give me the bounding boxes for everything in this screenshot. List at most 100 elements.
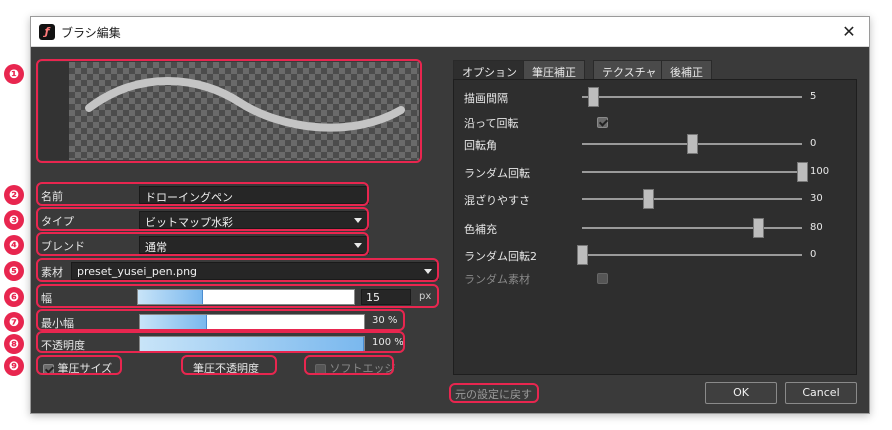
random-rotation-slider-thumb[interactable] xyxy=(797,162,808,182)
opacity-value: 100 % xyxy=(372,337,404,348)
color-fill-value: 80 xyxy=(810,222,823,233)
random-rotation2-slider-thumb[interactable] xyxy=(577,245,588,265)
annotation-badge-5: ❺ xyxy=(4,261,24,281)
ok-button[interactable]: OK xyxy=(705,382,777,404)
pressure-size-label-wrap: 筆圧サイズ xyxy=(43,360,112,376)
soft-edge-label-wrap: ソフトエッジ xyxy=(315,360,396,376)
random-material-checkbox[interactable] xyxy=(597,273,608,284)
name-row: 名前 ドローイングペン xyxy=(39,185,369,205)
rotation-angle-slider[interactable] xyxy=(582,134,802,154)
opacity-slider[interactable] xyxy=(139,336,365,352)
dialog-content: 名前 ドローイングペン タイプ ビットマップ水彩 ブレンド 通常 素材 pres… xyxy=(31,48,869,414)
options-panel: 描画間隔 5 沿って回転 回転角 0 ランダム回転 100 混ざりやすさ 30 … xyxy=(453,79,857,375)
random-rotation-label: ランダム回転 xyxy=(464,167,530,180)
type-label: タイプ xyxy=(41,215,74,228)
annotation-badge-8: ❽ xyxy=(4,334,24,354)
width-unit: px xyxy=(419,291,432,302)
min-width-row: 最小幅 30 % xyxy=(39,312,409,332)
random-rotation2-label: ランダム回転2 xyxy=(464,250,537,263)
cancel-button[interactable]: Cancel xyxy=(785,382,857,404)
rotation-angle-label: 回転角 xyxy=(464,139,497,152)
window-title: ブラシ編集 xyxy=(61,26,121,40)
option-random-rotation: ランダム回転 100 xyxy=(454,160,856,184)
brush-stroke-sample xyxy=(85,77,405,132)
option-follow-rotation: 沿って回転 xyxy=(454,110,856,134)
min-width-label: 最小幅 xyxy=(41,317,74,330)
random-rotation-slider[interactable] xyxy=(582,162,808,182)
pressure-size-label: 筆圧サイズ xyxy=(57,362,113,375)
annotation-badge-4: ❹ xyxy=(4,235,24,255)
width-row: 幅 15 px xyxy=(39,287,439,307)
opacity-label: 不透明度 xyxy=(41,339,85,352)
type-select[interactable]: ビットマップ水彩 xyxy=(139,211,369,229)
material-label: 素材 xyxy=(41,266,63,279)
width-slider-fill xyxy=(138,290,203,304)
annotation-badge-3: ❸ xyxy=(4,210,24,230)
option-random-rotation2: ランダム回転2 0 xyxy=(454,243,856,267)
mixing-label: 混ざりやすさ xyxy=(464,194,530,207)
tab-pressure-correction[interactable]: 筆圧補正 xyxy=(523,60,585,80)
mixing-slider-thumb[interactable] xyxy=(643,189,654,209)
material-select[interactable]: preset_yusei_pen.png xyxy=(71,262,439,280)
opacity-slider-fill xyxy=(140,337,364,351)
annotation-badge-6: ❻ xyxy=(4,287,24,307)
type-row: タイプ ビットマップ水彩 xyxy=(39,210,369,230)
annotation-badge-7: ❼ xyxy=(4,312,24,332)
option-random-material: ランダム素材 xyxy=(454,266,856,290)
soft-edge-checkbox[interactable] xyxy=(315,363,326,375)
annotation-badge-2: ❷ xyxy=(4,185,24,205)
random-rotation2-value: 0 xyxy=(810,249,817,260)
mixing-slider[interactable] xyxy=(582,189,802,209)
color-fill-label: 色補充 xyxy=(464,223,497,236)
color-fill-slider[interactable] xyxy=(582,218,802,238)
pressure-size-row[interactable]: 筆圧サイズ xyxy=(39,357,125,377)
random-rotation2-slider[interactable] xyxy=(577,245,802,265)
width-label: 幅 xyxy=(41,292,52,305)
follow-rotation-label: 沿って回転 xyxy=(464,117,519,130)
soft-edge-label: ソフトエッジ xyxy=(329,362,396,375)
random-material-label: ランダム素材 xyxy=(464,273,530,286)
spacing-slider-thumb[interactable] xyxy=(588,87,599,107)
color-fill-slider-thumb[interactable] xyxy=(753,218,764,238)
preview-canvas xyxy=(69,62,419,160)
option-mixing: 混ざりやすさ 30 xyxy=(454,187,856,211)
spacing-label: 描画間隔 xyxy=(464,92,508,105)
annotation-badge-1: ❶ xyxy=(4,64,24,84)
close-icon: ✕ xyxy=(842,22,856,41)
width-input[interactable]: 15 xyxy=(361,289,411,305)
option-color-fill: 色補充 80 xyxy=(454,216,856,240)
name-input[interactable]: ドローイングペン xyxy=(139,186,369,204)
title-bar: ƒ ブラシ編集 ✕ xyxy=(31,17,869,47)
name-label: 名前 xyxy=(41,190,63,203)
soft-edge-row[interactable]: ソフトエッジ xyxy=(315,357,396,377)
chevron-down-icon xyxy=(354,218,362,223)
opacity-row: 不透明度 100 % xyxy=(39,334,409,354)
tab-post-correction[interactable]: 後補正 xyxy=(661,60,712,80)
close-button[interactable]: ✕ xyxy=(829,17,869,47)
pressure-size-checkbox[interactable] xyxy=(43,363,54,375)
blend-select[interactable]: 通常 xyxy=(139,236,369,254)
pressure-opacity-row[interactable]: 筆圧不透明度 xyxy=(193,357,279,377)
min-width-slider-fill xyxy=(140,315,208,329)
pressure-opacity-label: 筆圧不透明度 xyxy=(193,362,259,375)
chevron-down-icon xyxy=(354,243,362,248)
random-rotation-value: 100 xyxy=(810,166,830,177)
blend-row: ブレンド 通常 xyxy=(39,235,369,255)
brush-edit-dialog: ƒ ブラシ編集 ✕ 名前 ドローイングペン タイプ ビットマップ水彩 ブレンド xyxy=(30,16,870,414)
spacing-value: 5 xyxy=(810,91,817,102)
follow-rotation-checkbox[interactable] xyxy=(597,117,608,128)
min-width-value: 30 % xyxy=(372,315,398,326)
option-spacing: 描画間隔 5 xyxy=(454,85,856,109)
app-icon: ƒ xyxy=(39,24,55,40)
chevron-down-icon xyxy=(424,269,432,274)
tab-options[interactable]: オプション xyxy=(453,60,526,80)
min-width-slider[interactable] xyxy=(139,314,365,330)
width-slider[interactable] xyxy=(137,289,355,305)
brush-preview xyxy=(39,62,419,160)
rotation-angle-slider-thumb[interactable] xyxy=(687,134,698,154)
blend-label: ブレンド xyxy=(41,240,85,253)
spacing-slider[interactable] xyxy=(582,87,802,107)
mixing-value: 30 xyxy=(810,193,823,204)
tab-texture[interactable]: テクスチャ xyxy=(593,60,666,80)
reset-defaults-button[interactable]: 元の設定に戻す xyxy=(455,386,532,402)
